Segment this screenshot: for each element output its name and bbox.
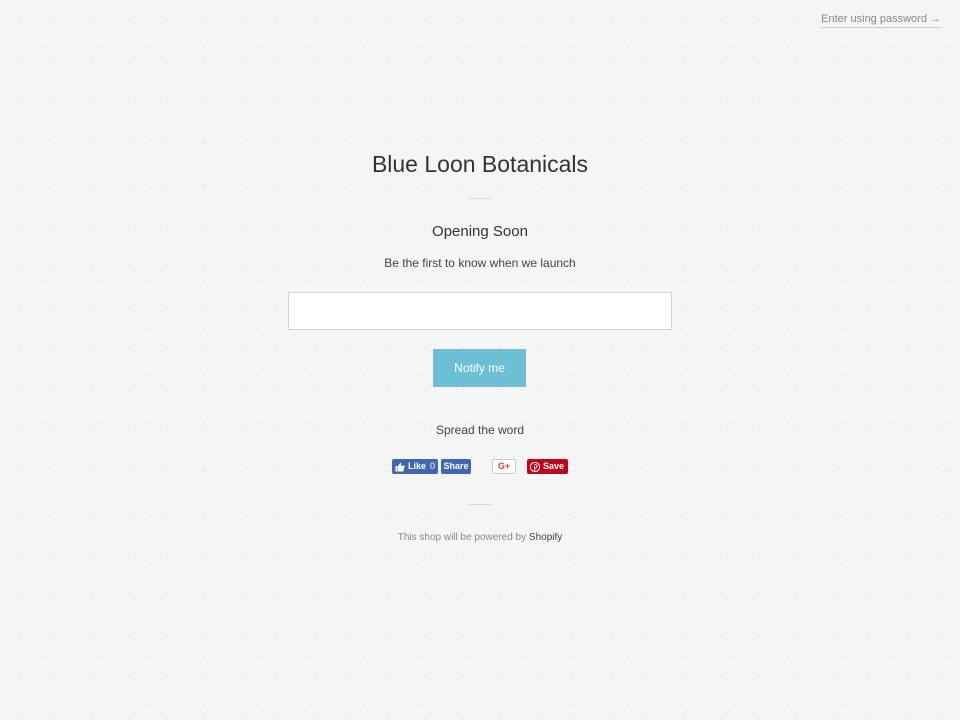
- facebook-like-button[interactable]: Like 0: [392, 459, 438, 474]
- email-input[interactable]: [288, 292, 672, 330]
- pinterest-save-button[interactable]: Save: [527, 459, 568, 474]
- title-divider: [469, 198, 491, 199]
- shopify-link[interactable]: Shopify: [529, 532, 562, 543]
- shop-title: Blue Loon Botanicals: [371, 151, 589, 177]
- facebook-like-label: Like: [408, 461, 427, 471]
- powered-by-text: This shop will be powered by: [397, 532, 527, 543]
- opening-soon-heading: Opening Soon: [432, 223, 528, 240]
- pinterest-icon: [530, 461, 540, 472]
- notify-me-button[interactable]: Notify me: [433, 349, 526, 387]
- footer-divider: [469, 504, 491, 505]
- pinterest-save-label: Save: [543, 461, 565, 471]
- signup-subtext: Be the first to know when we launch: [384, 256, 576, 270]
- spread-the-word-heading: Spread the word: [435, 423, 525, 437]
- facebook-like-count: 0: [430, 461, 436, 471]
- facebook-share-button[interactable]: Share: [441, 459, 471, 474]
- enter-using-password-link[interactable]: Enter using password →: [821, 12, 941, 28]
- thumbs-up-icon: [395, 462, 405, 471]
- google-plus-button[interactable]: G+: [492, 459, 516, 474]
- social-share-buttons: Like 0 Share G+ Save: [0, 459, 960, 474]
- powered-by-footer: This shop will be powered by Shopify: [0, 531, 960, 544]
